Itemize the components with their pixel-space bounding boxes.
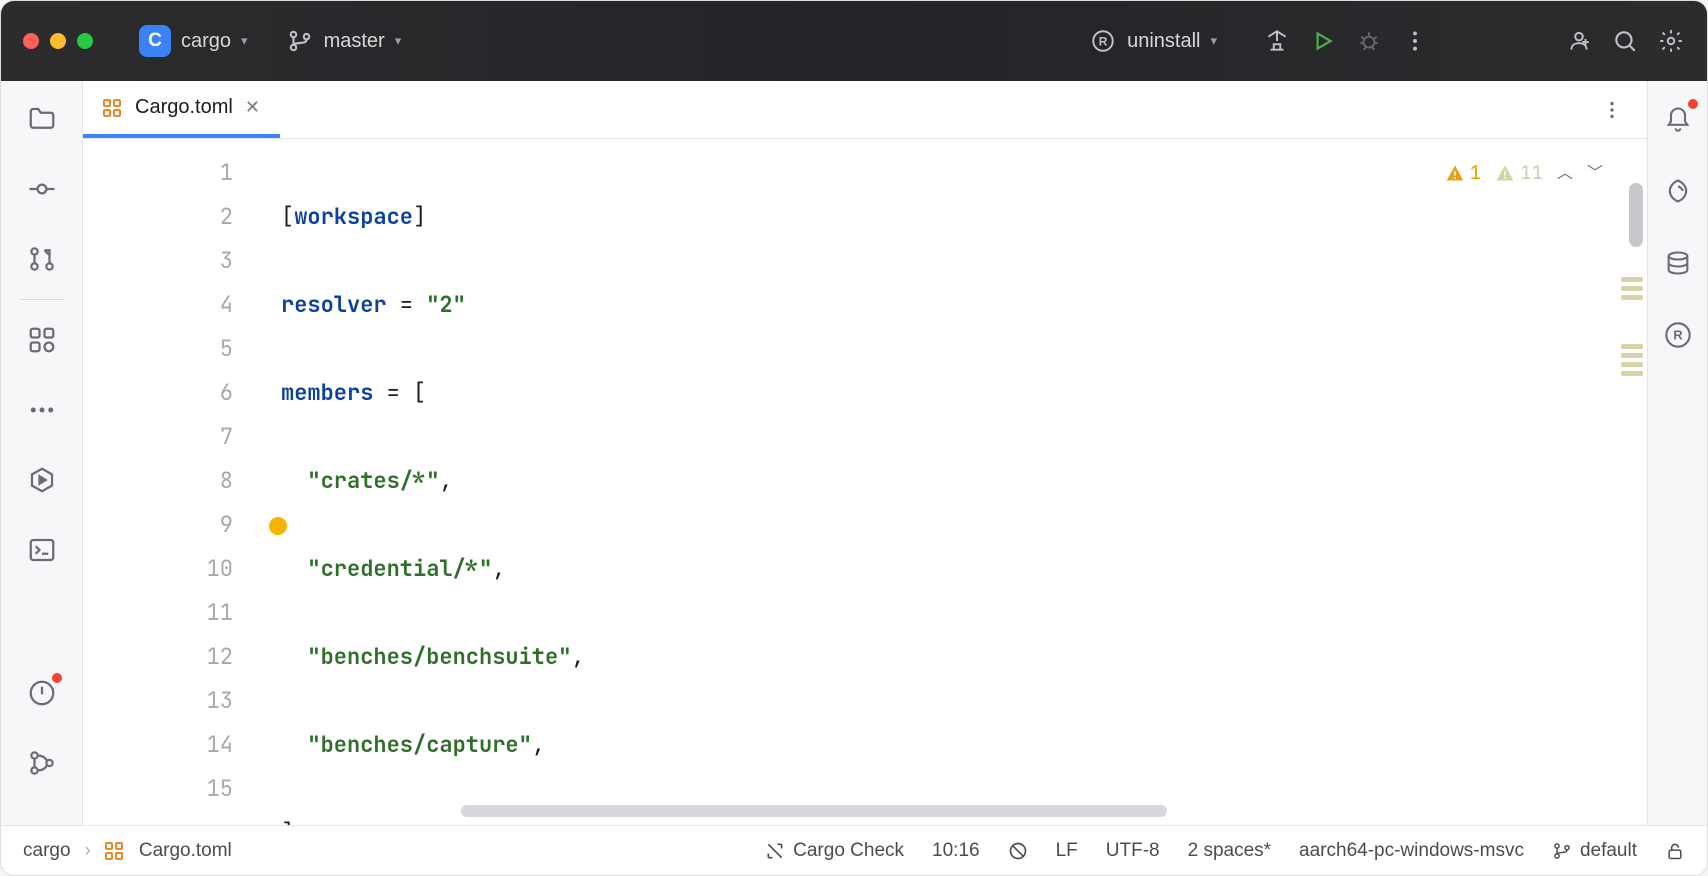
crumb-root[interactable]: cargo <box>23 840 71 862</box>
code-with-me-icon[interactable] <box>1565 27 1593 55</box>
editor-tabs: Cargo.toml ✕ <box>83 81 1647 139</box>
branch-icon <box>286 27 314 55</box>
project-name: cargo <box>181 30 231 53</box>
search-icon[interactable] <box>1611 27 1639 55</box>
pull-requests-tool-button[interactable] <box>24 241 60 277</box>
next-highlight-button[interactable]: ﹀ <box>1587 151 1603 195</box>
commit-tool-button[interactable] <box>24 171 60 207</box>
debug-button[interactable] <box>1355 27 1383 55</box>
settings-icon[interactable] <box>1657 27 1685 55</box>
warning-icon: 1 <box>1445 151 1481 195</box>
run-config-dropdown[interactable]: R uninstall ▾ <box>1079 21 1227 61</box>
toml-file-icon <box>103 99 123 117</box>
inspection-summary[interactable]: 1 11 ︿ ﹀ <box>1445 151 1603 195</box>
error-stripe[interactable] <box>1621 183 1643 376</box>
ide-window: C cargo ▾ master ▾ R uninstall ▾ <box>0 0 1708 876</box>
problems-tool-button[interactable] <box>24 675 60 711</box>
titlebar: C cargo ▾ master ▾ R uninstall ▾ <box>1 1 1707 81</box>
zoom-window-button[interactable] <box>77 33 93 49</box>
run-button[interactable] <box>1309 27 1337 55</box>
run-config-name: uninstall <box>1127 30 1200 53</box>
minimize-window-button[interactable] <box>50 33 66 49</box>
chevron-down-icon: ▾ <box>241 33 248 49</box>
chevron-down-icon: ▾ <box>1210 33 1217 49</box>
horizontal-scrollbar[interactable] <box>461 805 1167 817</box>
run-tool-button[interactable] <box>24 462 60 498</box>
project-badge: C <box>139 25 171 57</box>
line-ending[interactable]: LF <box>1056 840 1078 862</box>
project-tool-button[interactable] <box>24 101 60 137</box>
prev-highlight-button[interactable]: ︿ <box>1557 151 1573 195</box>
ai-assistant-button[interactable] <box>1660 173 1696 209</box>
indent-settings[interactable]: 2 spaces* <box>1188 840 1271 862</box>
rust-icon: R <box>1089 27 1117 55</box>
tab-cargo-toml[interactable]: Cargo.toml ✕ <box>83 81 280 138</box>
problems-indicator-dot <box>52 673 62 683</box>
code-content[interactable]: [workspace] resolver = "2" members = [ "… <box>261 139 1647 825</box>
line-gutter: 1 2 3 4 5 6 7 8 9 10 11 12 13 14 15 <box>83 139 261 825</box>
traffic-lights <box>23 33 93 49</box>
project-dropdown[interactable]: C cargo ▾ <box>129 19 258 63</box>
more-actions-icon[interactable] <box>1401 27 1429 55</box>
build-icon[interactable] <box>1263 27 1291 55</box>
vcs-tool-button[interactable] <box>24 745 60 781</box>
database-tool-button[interactable] <box>1660 245 1696 281</box>
editor-area: Cargo.toml ✕ 1 2 3 4 5 6 7 8 <box>83 81 1647 825</box>
git-branch-widget[interactable]: default <box>1552 840 1637 862</box>
chevron-right-icon: › <box>85 840 91 862</box>
svg-text:R: R <box>1673 328 1682 343</box>
tab-filename: Cargo.toml <box>135 96 233 119</box>
structure-tool-button[interactable] <box>24 322 60 358</box>
code-editor[interactable]: 1 2 3 4 5 6 7 8 9 10 11 12 13 14 15 [wor… <box>83 139 1647 825</box>
gutter-warning-marker[interactable] <box>269 517 287 535</box>
rust-target[interactable]: aarch64-pc-windows-msvc <box>1299 840 1524 862</box>
branch-name: master <box>324 30 385 53</box>
scrollbar-thumb[interactable] <box>1629 183 1643 247</box>
tab-close-button[interactable]: ✕ <box>245 97 260 118</box>
left-tool-rail <box>1 81 83 825</box>
weak-warning-icon: 11 <box>1495 151 1543 195</box>
close-window-button[interactable] <box>23 33 39 49</box>
line-separator-widget[interactable] <box>1008 841 1028 861</box>
terminal-tool-button[interactable] <box>24 532 60 568</box>
caret-position[interactable]: 10:16 <box>932 840 980 862</box>
chevron-down-icon: ▾ <box>395 33 402 49</box>
toml-file-icon <box>105 842 125 860</box>
notification-indicator-dot <box>1688 99 1698 109</box>
cargo-check-widget[interactable]: Cargo Check <box>765 840 904 862</box>
vcs-branch-dropdown[interactable]: master ▾ <box>276 21 412 61</box>
file-encoding[interactable]: UTF-8 <box>1106 840 1160 862</box>
more-tools-button[interactable] <box>24 392 60 428</box>
status-bar: cargo › Cargo.toml Cargo Check 10:16 LF … <box>1 825 1707 875</box>
body: Cargo.toml ✕ 1 2 3 4 5 6 7 8 <box>1 81 1707 825</box>
crumb-file[interactable]: Cargo.toml <box>139 840 232 862</box>
right-tool-rail: R <box>1647 81 1707 825</box>
notifications-button[interactable] <box>1660 101 1696 137</box>
breadcrumb[interactable]: cargo › Cargo.toml <box>23 840 232 862</box>
tab-overflow-button[interactable] <box>1577 81 1647 138</box>
svg-text:R: R <box>1099 34 1108 48</box>
lock-icon[interactable] <box>1665 841 1685 861</box>
cargo-tool-button[interactable]: R <box>1660 317 1696 353</box>
